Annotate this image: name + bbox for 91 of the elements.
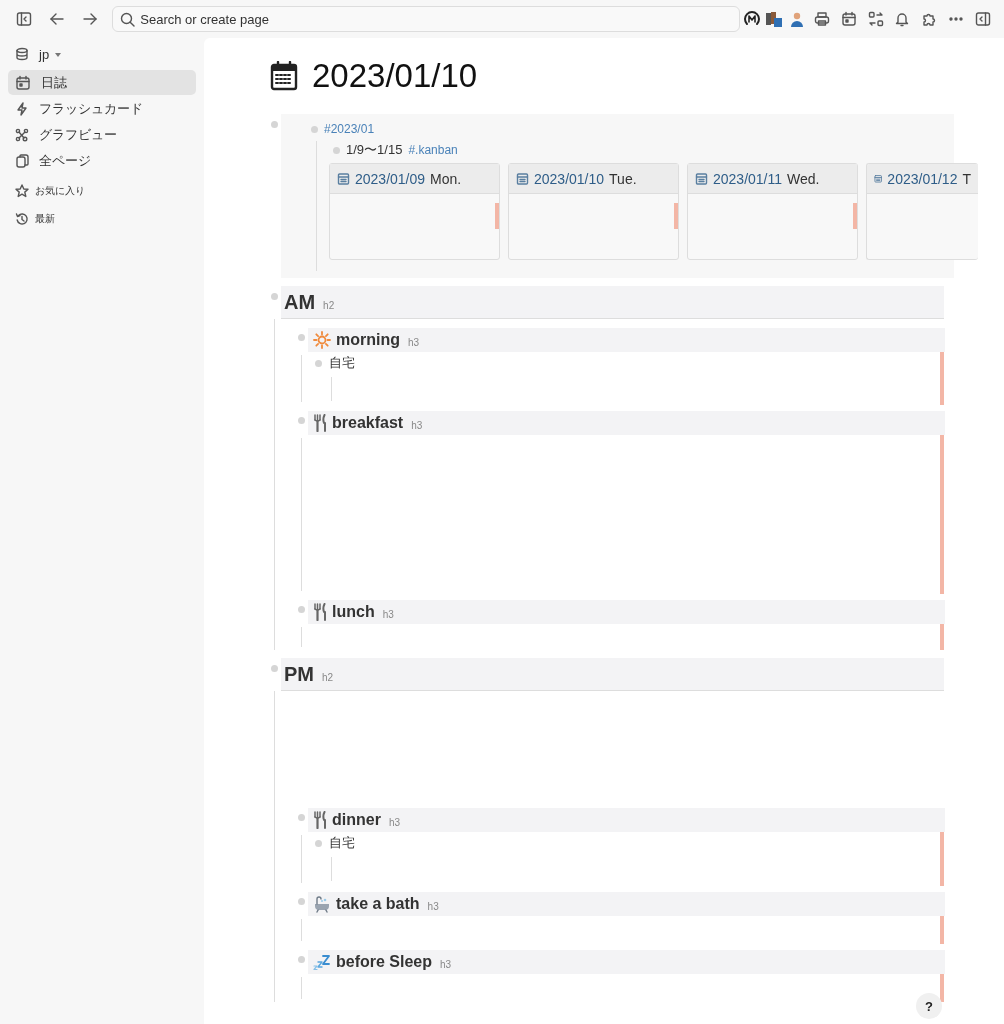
bullet-dot[interactable] (298, 417, 305, 424)
calendar-icon (270, 61, 298, 91)
weekday-label: Tue. (609, 170, 637, 187)
puzzle-icon (921, 11, 938, 27)
heading-text: dinner (332, 811, 381, 829)
date-link[interactable]: 2023/01/09 (355, 170, 426, 187)
marker-bar (940, 974, 944, 1002)
sidebar-item[interactable]: 全ページ (8, 148, 196, 173)
bullet-dot[interactable] (271, 121, 278, 128)
calendar-icon (840, 11, 857, 27)
search-icon (120, 12, 136, 27)
marker-bar (853, 203, 857, 229)
right-sidebar-toggle-icon (974, 11, 991, 27)
date-link[interactable]: 2023/01/11 (713, 170, 783, 187)
heading-level-label: h3 (382, 608, 394, 620)
date-link[interactable]: 2023/01/12 (887, 170, 958, 187)
swap-icon (867, 11, 884, 27)
tag-link[interactable]: #.kanban (408, 143, 458, 157)
heading-level-label: h3 (408, 336, 420, 348)
fork-and-knife-icon (313, 414, 327, 432)
marker-bar (940, 916, 944, 944)
sun-icon (313, 331, 331, 349)
marker-bar (940, 624, 944, 650)
bullet-dot[interactable] (315, 359, 322, 367)
zzz-icon (313, 953, 331, 971)
circle-logo-icon (742, 10, 761, 28)
help-button[interactable]: ? (916, 993, 942, 1019)
heading-level-label: h3 (411, 419, 423, 431)
calendar-icon (15, 74, 31, 91)
bullet-dot[interactable] (298, 898, 305, 905)
heading-text: take a bath (336, 895, 420, 913)
bullet-dot[interactable] (315, 839, 322, 847)
graph-icon (15, 127, 29, 142)
date-link[interactable]: 2023/01/10 (534, 170, 605, 187)
page-title: 2023/01/10 (312, 57, 478, 95)
back-arrow-icon (49, 11, 66, 27)
heading-level-label: h3 (427, 900, 439, 912)
lightning-icon (15, 101, 29, 116)
bullet-dot[interactable] (298, 606, 305, 613)
database-icon (15, 47, 29, 61)
heading-text: before Sleep (336, 953, 433, 971)
bullet-dot[interactable] (298, 334, 305, 341)
heading-level-label: h2 (323, 299, 335, 311)
sidebar-toggle-icon (16, 11, 33, 27)
bathtub-icon (313, 895, 331, 913)
tag-link[interactable]: #2023/01 (324, 122, 375, 136)
heading-text: PM (284, 662, 314, 686)
printer-icon (813, 11, 830, 27)
history-icon (15, 212, 29, 226)
block-text: 自宅 (329, 354, 355, 372)
heading-level-label: h3 (440, 958, 452, 970)
person-figure-icon (789, 10, 806, 28)
fork-and-knife-icon (313, 603, 327, 621)
pages-icon (15, 153, 29, 168)
heading-text: AM (284, 290, 316, 314)
bullet-dot[interactable] (311, 125, 318, 133)
sidebar-item[interactable]: 日誌 (8, 70, 196, 95)
sidebar-item[interactable]: グラフビュー (8, 122, 196, 147)
heading-text: breakfast (332, 414, 404, 432)
bell-icon (894, 11, 911, 27)
sidebar-section-header[interactable]: 最新 (8, 208, 196, 230)
block-text: 1/9〜1/15 (346, 141, 403, 159)
bullet-dot[interactable] (333, 146, 340, 154)
weekday-label: Mon. (430, 170, 462, 187)
bullet-dot[interactable] (271, 293, 278, 300)
heading-level-label: h3 (388, 816, 400, 828)
block-text: 自宅 (329, 834, 355, 852)
books-icon (765, 10, 784, 28)
graph-selector[interactable]: jp (8, 42, 196, 66)
bullet-dot[interactable] (298, 956, 305, 963)
calendar-icon (516, 172, 529, 185)
search-field[interactable]: Search or create page (112, 6, 741, 32)
sidebar-item[interactable]: フラッシュカード (8, 96, 196, 121)
weekday-label: T (962, 170, 971, 187)
calendar-icon (695, 172, 708, 185)
marker-bar (940, 832, 944, 886)
marker-bar (674, 203, 678, 229)
weekday-label: Wed. (787, 170, 820, 187)
marker-bar (495, 203, 499, 229)
calendar-icon (874, 172, 883, 185)
star-icon (15, 184, 29, 198)
sidebar-section-header[interactable]: お気に入り (8, 180, 196, 202)
calendar-icon (337, 172, 350, 185)
heading-text: morning (336, 331, 400, 349)
marker-bar (940, 352, 944, 405)
heading-text: lunch (332, 603, 375, 621)
fork-and-knife-icon (313, 811, 327, 829)
bullet-dot[interactable] (271, 665, 278, 672)
bullet-dot[interactable] (298, 814, 305, 821)
heading-level-label: h2 (322, 671, 334, 683)
forward-arrow-icon (81, 11, 98, 27)
